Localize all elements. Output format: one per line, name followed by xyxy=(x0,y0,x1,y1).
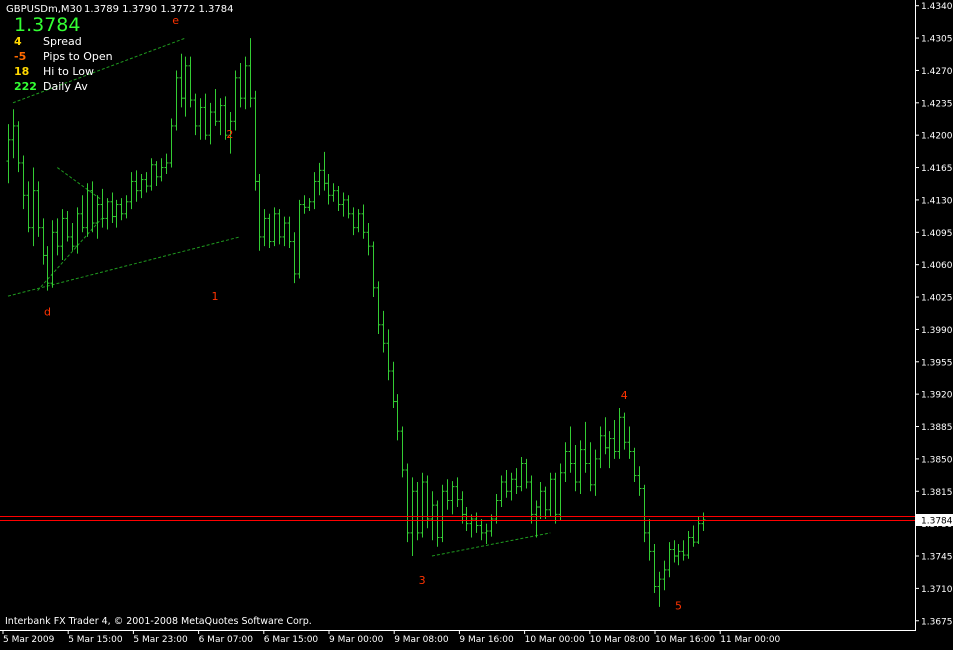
y-tick-label: 1.3990 xyxy=(921,326,953,336)
y-tick-label: 1.4305 xyxy=(921,35,953,45)
y-tick-label: 1.4270 xyxy=(921,67,953,77)
daily-average-label: Daily Av xyxy=(43,80,88,93)
x-tick-label: 10 Mar 08:00 xyxy=(590,635,650,645)
daily-average-value: 222 xyxy=(14,80,37,93)
hi-to-low-label: Hi to Low xyxy=(43,65,94,78)
wave-label: 2 xyxy=(226,128,233,141)
wave-label: 1 xyxy=(212,290,219,303)
y-tick-label: 1.4340 xyxy=(921,2,953,12)
pips-to-open-label: Pips to Open xyxy=(43,50,113,63)
x-tick-label: 9 Mar 16:00 xyxy=(459,635,514,645)
wave-label: 4 xyxy=(621,389,628,402)
y-tick-label: 1.3850 xyxy=(921,455,953,465)
wave-label: d xyxy=(44,306,51,319)
y-tick-label: 1.3885 xyxy=(921,423,953,433)
x-tick-label: 6 Mar 15:00 xyxy=(264,635,319,645)
y-tick-label: 1.3710 xyxy=(921,585,953,595)
y-tick-label: 1.3920 xyxy=(921,391,953,401)
x-tick-label: 10 Mar 16:00 xyxy=(655,635,715,645)
hi-to-low-value: 18 xyxy=(14,65,29,78)
wave-label: e xyxy=(172,14,179,27)
y-tick-label: 1.4025 xyxy=(921,294,953,304)
x-tick-label: 10 Mar 00:00 xyxy=(525,635,585,645)
y-tick-label: 1.3815 xyxy=(921,488,953,498)
x-tick-label: 9 Mar 00:00 xyxy=(329,635,384,645)
x-tick-label: 11 Mar 00:00 xyxy=(720,635,780,645)
x-tick-label: 5 Mar 23:00 xyxy=(133,635,188,645)
current-price-big: 1.3784 xyxy=(14,14,80,36)
spread-label: Spread xyxy=(43,35,82,48)
chart-window[interactable]: e d 2 1 3 4 5 1.4340 1.4305 1.4270 1.4235 1.4200 1.… xyxy=(0,0,953,646)
y-tick-label: 1.4060 xyxy=(921,261,953,271)
x-tick-label: 5 Mar 15:00 xyxy=(68,635,123,645)
y-tick-label: 1.4200 xyxy=(921,132,953,142)
y-tick-label: 1.4235 xyxy=(921,99,953,109)
pips-to-open-value: -5 xyxy=(14,50,26,63)
x-tick-label: 6 Mar 07:00 xyxy=(199,635,254,645)
x-tick-label: 9 Mar 08:00 xyxy=(394,635,449,645)
wave-label: 3 xyxy=(419,574,426,587)
y-tick-label: 1.4130 xyxy=(921,196,953,206)
y-tick-label: 1.4095 xyxy=(921,229,953,239)
spread-value: 4 xyxy=(14,35,22,48)
chart-background xyxy=(0,0,953,646)
price-chart[interactable]: e d 2 1 3 4 5 1.4340 1.4305 1.4270 1.4235 1.4200 1.… xyxy=(0,0,953,646)
y-tick-label: 1.3675 xyxy=(921,617,953,627)
wave-label: 5 xyxy=(675,600,682,613)
y-tick-label: 1.4165 xyxy=(921,164,953,174)
x-tick-label: 5 Mar 2009 xyxy=(3,635,55,645)
current-price-flag-label: 1.3784 xyxy=(921,517,953,527)
ohlc-readout: 1.3789 1.3790 1.3772 1.3784 xyxy=(84,4,234,15)
y-tick-label: 1.3745 xyxy=(921,553,953,563)
y-tick-label: 1.3955 xyxy=(921,358,953,368)
copyright-text: Interbank FX Trader 4, © 2001-2008 MetaQ… xyxy=(5,616,312,627)
